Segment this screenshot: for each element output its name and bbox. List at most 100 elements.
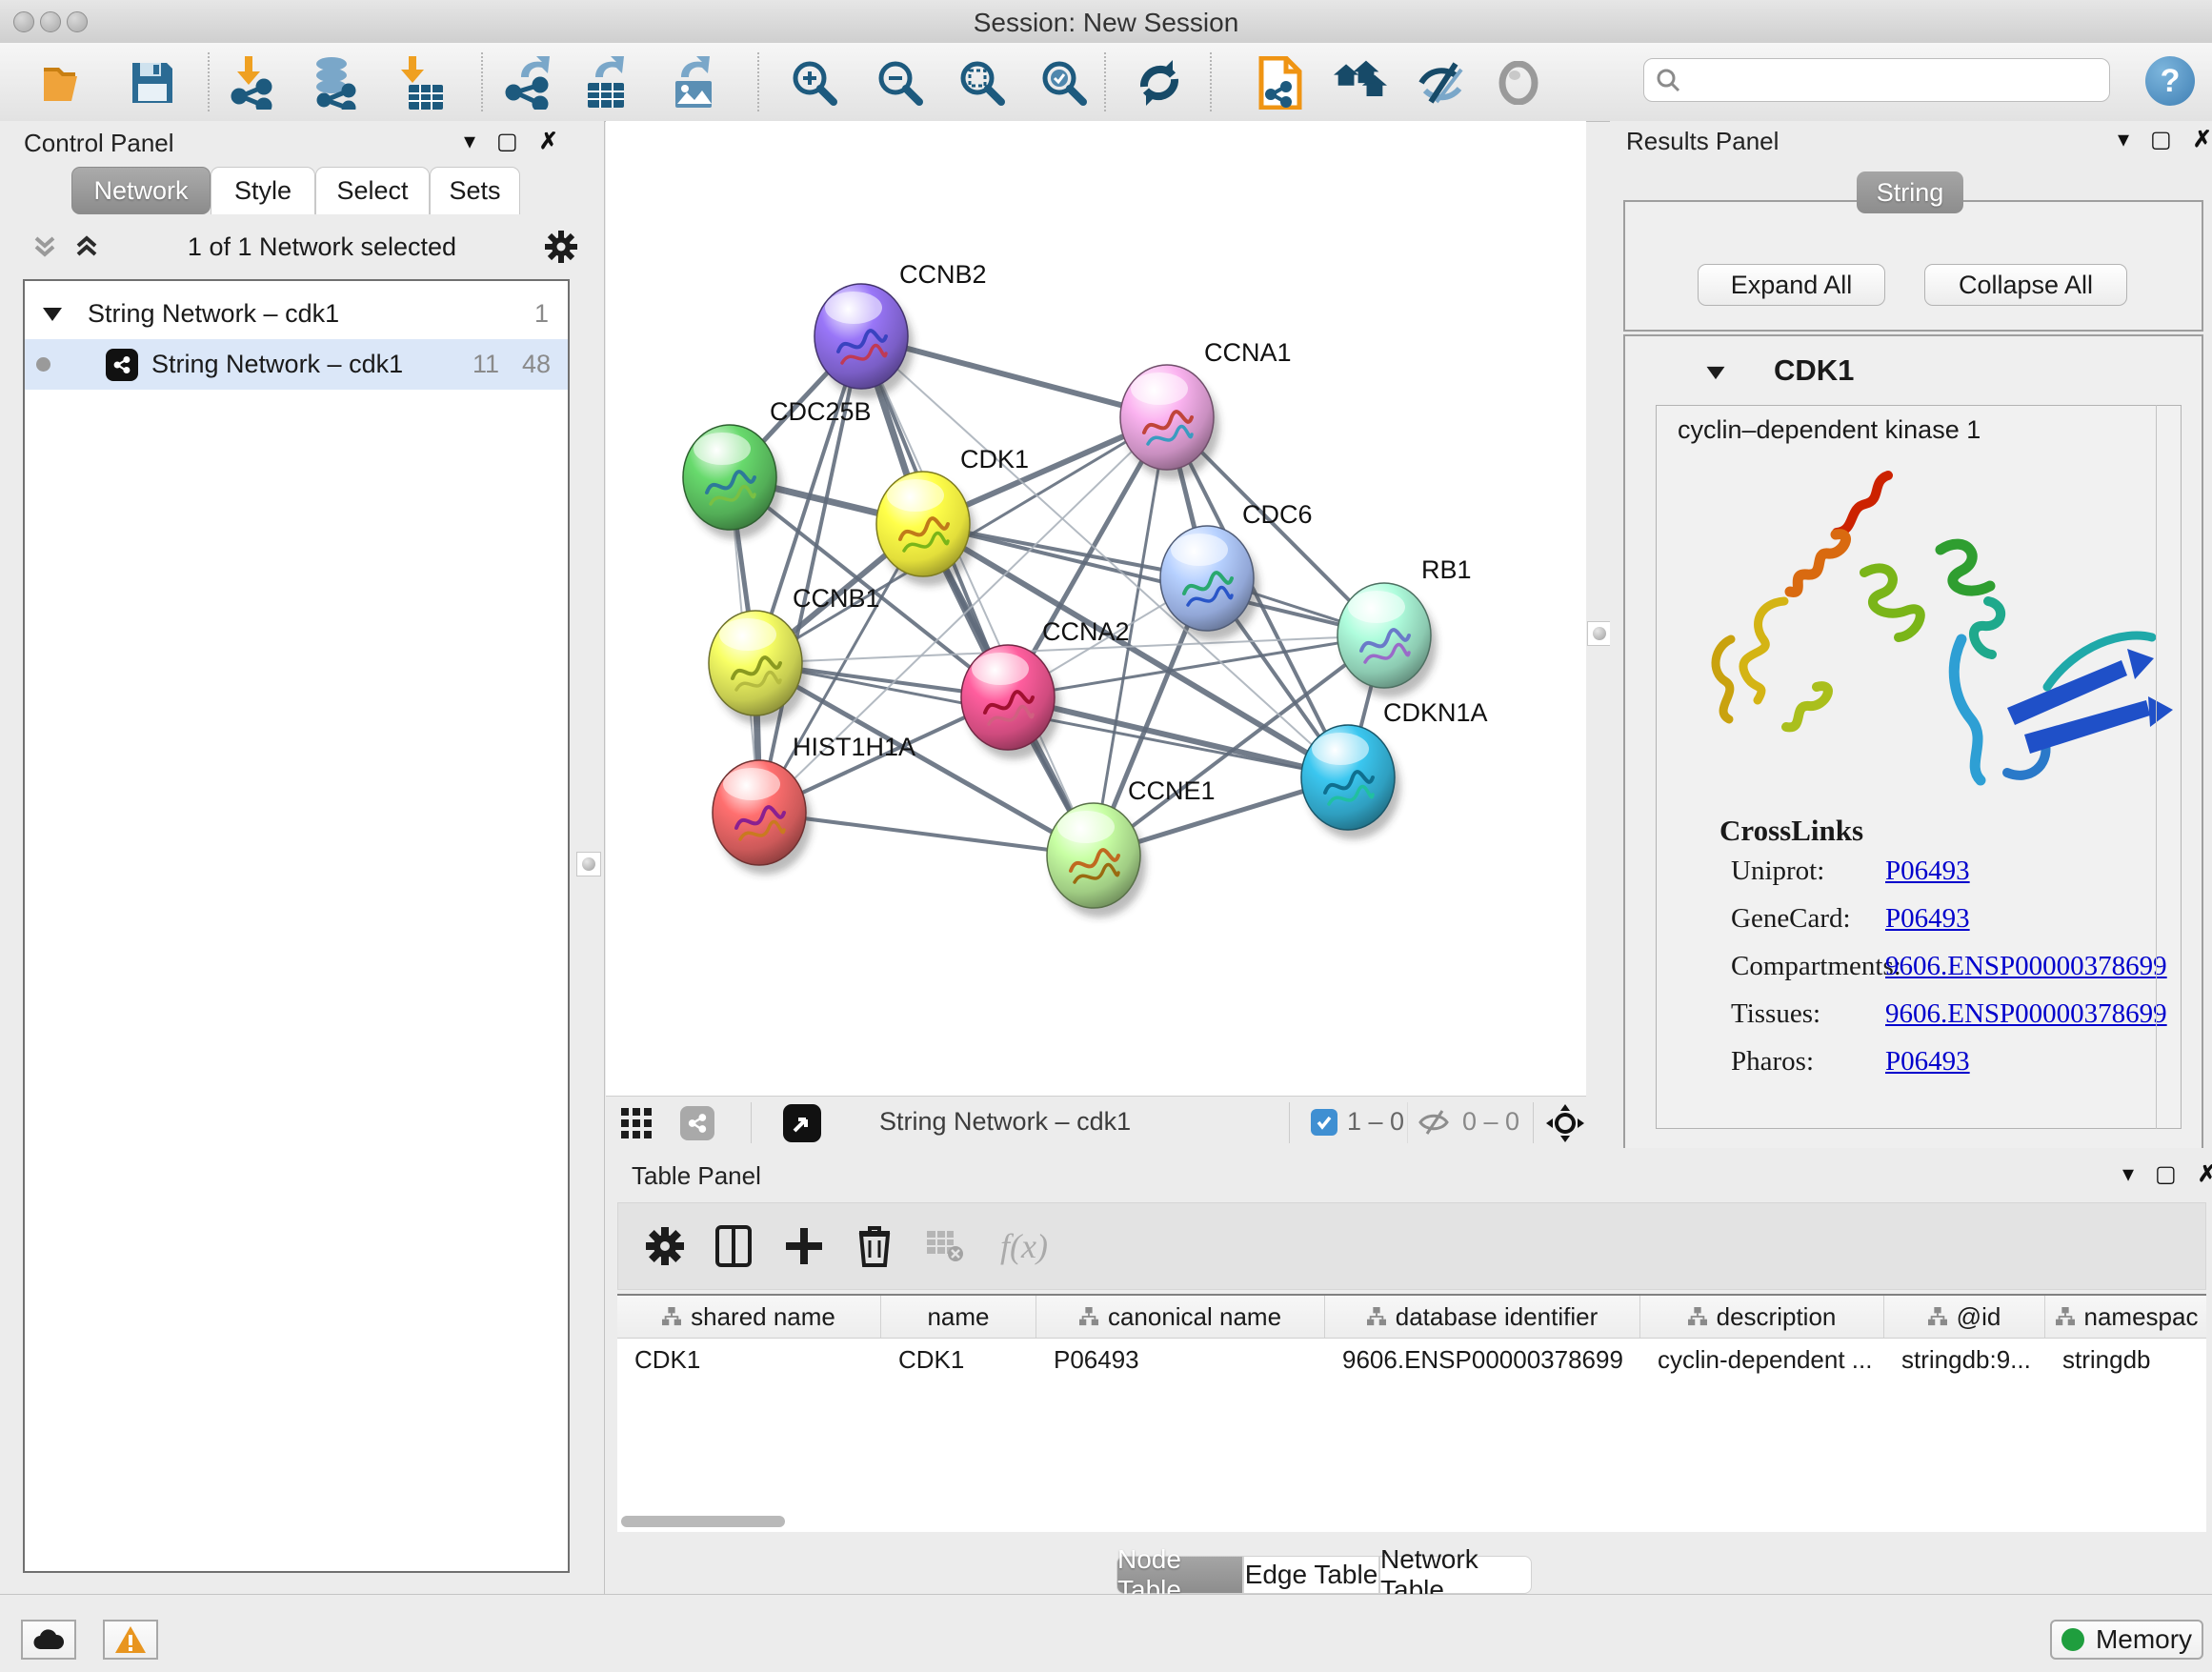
collapse-all-button[interactable]: Collapse All <box>1924 264 2127 306</box>
expand-all-networks-icon[interactable] <box>32 234 57 259</box>
open-session-icon[interactable] <box>40 56 93 110</box>
export-table-icon[interactable] <box>579 56 633 110</box>
create-column-icon[interactable] <box>778 1220 830 1272</box>
import-table-icon[interactable] <box>394 56 448 110</box>
crosslink-value-link[interactable]: 9606.ENSP00000378699 <box>1885 951 2167 982</box>
column-header[interactable]: database identifier <box>1325 1296 1640 1338</box>
column-header[interactable]: name <box>881 1296 1036 1338</box>
column-type-icon <box>662 1307 681 1326</box>
column-header[interactable]: @id <box>1884 1296 2045 1338</box>
table-cell[interactable]: stringdb:9... <box>1884 1345 2045 1375</box>
column-header[interactable]: description <box>1640 1296 1884 1338</box>
close-panel-icon[interactable]: ✗ <box>539 131 558 153</box>
eye-icon[interactable] <box>1492 56 1545 110</box>
network-collection-row[interactable]: String Network – cdk1 1 <box>25 289 568 339</box>
close-panel-icon[interactable]: ✗ <box>2198 1163 2212 1186</box>
import-network-file-icon[interactable] <box>229 56 282 110</box>
toolbar-separator <box>1210 52 1212 111</box>
crosslink-value-link[interactable]: P06493 <box>1885 903 1970 935</box>
tab-select[interactable]: Select <box>315 167 430 214</box>
float-panel-icon[interactable]: ▢ <box>496 131 518 153</box>
refresh-icon[interactable] <box>1133 56 1186 110</box>
table-header-row: shared name name canonical namedatabase id… <box>617 1296 2206 1339</box>
memory-button[interactable]: Memory <box>2050 1620 2203 1660</box>
panel-menu-icon[interactable]: ▾ <box>2118 129 2129 151</box>
network-edge[interactable] <box>923 524 1384 635</box>
crosslink-value-link[interactable]: P06493 <box>1885 856 1970 887</box>
save-session-icon[interactable] <box>126 56 179 110</box>
table-cell[interactable]: CDK1 <box>617 1345 881 1375</box>
collection-count: 1 <box>534 299 549 329</box>
node-table[interactable]: shared name name canonical namedatabase id… <box>617 1294 2206 1532</box>
selected-checkbox-icon[interactable] <box>1311 1109 1337 1136</box>
right-splitter-handle[interactable] <box>1587 621 1612 646</box>
cloud-status-button[interactable] <box>21 1620 76 1660</box>
results-tab-string[interactable]: String <box>1857 171 1963 213</box>
column-header[interactable]: namespac <box>2045 1296 2206 1338</box>
results-scrollbar-track[interactable] <box>2156 405 2157 1129</box>
network-node-label: CCNB2 <box>899 260 987 289</box>
panel-menu-icon[interactable]: ▾ <box>2122 1163 2134 1186</box>
delete-column-trash-icon[interactable] <box>849 1220 900 1272</box>
column-header-label: name <box>927 1302 989 1332</box>
hidden-eye-slash-icon[interactable] <box>1418 1108 1450 1137</box>
crosslink-label: Pharos: <box>1731 1046 1883 1078</box>
network-options-gear-icon[interactable] <box>545 231 577 263</box>
birds-eye-view-icon[interactable] <box>783 1104 821 1142</box>
left-splitter-handle[interactable] <box>576 852 601 876</box>
import-network-from-database-icon[interactable] <box>309 56 362 110</box>
crosslink-value-link[interactable]: P06493 <box>1885 1046 1970 1078</box>
expand-all-button[interactable]: Expand All <box>1698 264 1885 306</box>
column-type-icon <box>1367 1307 1386 1326</box>
crosslink-value-link[interactable]: 9606.ENSP00000378699 <box>1885 998 2167 1030</box>
collection-expander-icon[interactable] <box>42 306 63 323</box>
home-networks-icon[interactable] <box>1334 56 1387 110</box>
export-network-icon[interactable] <box>503 56 556 110</box>
column-header[interactable]: shared name <box>617 1296 881 1338</box>
panel-menu-icon[interactable]: ▾ <box>464 131 475 153</box>
search-box[interactable] <box>1643 58 2110 102</box>
results-actions-box: Expand All Collapse All <box>1623 200 2203 332</box>
network-edge[interactable] <box>861 336 1094 856</box>
zoom-out-icon[interactable] <box>874 56 927 110</box>
scrollbar-thumb[interactable] <box>621 1516 785 1527</box>
column-type-icon <box>1928 1307 1947 1326</box>
zoom-selected-icon[interactable] <box>1037 56 1091 110</box>
column-header[interactable]: canonical name <box>1036 1296 1325 1338</box>
network-document-icon[interactable] <box>1254 56 1307 110</box>
float-panel-icon[interactable]: ▢ <box>2155 1163 2177 1186</box>
tab-style[interactable]: Style <box>211 167 315 214</box>
search-input[interactable] <box>1680 66 2098 95</box>
show-hide-graphics-icon[interactable] <box>1418 56 1471 110</box>
help-button[interactable]: ? <box>2145 56 2195 106</box>
tab-sets[interactable]: Sets <box>430 167 520 214</box>
table-cell[interactable]: cyclin-dependent ... <box>1640 1345 1884 1375</box>
zoom-in-icon[interactable] <box>788 56 841 110</box>
float-panel-icon[interactable]: ▢ <box>2150 129 2172 151</box>
collapse-all-networks-icon[interactable] <box>74 234 99 259</box>
table-cell[interactable]: 9606.ENSP00000378699 <box>1325 1345 1640 1375</box>
table-cell[interactable]: CDK1 <box>881 1345 1036 1375</box>
network-canvas[interactable]: CCNB2CCNA1CDC25BCDK1CDC6RB1CCNB1CCNA2CDK… <box>606 121 1586 1096</box>
grid-view-icon[interactable] <box>621 1108 652 1138</box>
table-cell[interactable]: stringdb <box>2045 1345 2206 1375</box>
show-columns-icon[interactable] <box>708 1220 759 1272</box>
table-cell[interactable]: P06493 <box>1036 1345 1325 1375</box>
table-row[interactable]: CDK1CDK1P064939606.ENSP00000378699cyclin… <box>617 1339 2206 1380</box>
table-horizontal-scrollbar[interactable] <box>619 1515 2204 1528</box>
tab-network[interactable]: Network <box>71 167 211 214</box>
tab-network-table[interactable]: Network Table <box>1379 1556 1532 1594</box>
results-entry-box: CDK1 cyclin–dependent kinase 1 <box>1623 334 2203 1160</box>
export-image-icon[interactable] <box>667 56 720 110</box>
pan-crosshair-icon[interactable] <box>1546 1104 1584 1142</box>
network-overview-icon[interactable] <box>680 1106 714 1140</box>
tab-edge-table[interactable]: Edge Table <box>1243 1556 1379 1594</box>
tab-node-table[interactable]: Node Table <box>1116 1556 1243 1594</box>
close-panel-icon[interactable]: ✗ <box>2193 129 2212 151</box>
zoom-fit-icon[interactable] <box>955 56 1009 110</box>
table-options-gear-icon[interactable] <box>639 1220 691 1272</box>
network-node-label: CDKN1A <box>1383 698 1488 727</box>
entry-collapse-icon[interactable] <box>1705 365 1726 381</box>
network-row[interactable]: String Network – cdk1 11 48 <box>25 339 568 390</box>
warning-status-button[interactable] <box>103 1620 158 1660</box>
